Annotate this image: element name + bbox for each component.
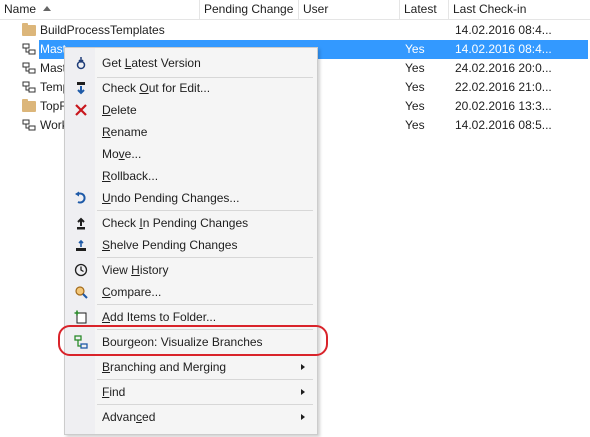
item-name: Mast [40,61,67,75]
menu-item-compare[interactable]: Compare... [65,281,317,303]
column-latest-label: Latest [404,2,437,16]
column-checkin-label: Last Check-in [453,2,527,16]
menu-item-add-items-to-folder[interactable]: Add Items to Folder... [65,306,317,328]
menu-item-get-latest-version[interactable]: Get Latest Version [65,52,317,74]
submenu-arrow-icon [301,414,305,420]
column-header-latest[interactable]: Latest [400,0,449,20]
item-name: Mast [40,42,67,56]
menu-item-check-in-pending-changes[interactable]: Check In Pending Changes [65,212,317,234]
submenu-arrow-icon [301,364,305,370]
add-items-icon [74,310,87,324]
menu-item-shelve-pending-changes[interactable]: Shelve Pending Changes [65,234,317,256]
menu-separator [97,329,313,330]
context-menu: Get Latest Version Check Out for Edit...… [64,47,318,435]
menu-separator [97,257,313,258]
menu-item-check-out-for-edit[interactable]: Check Out for Edit... [65,77,317,99]
menu-item-rename[interactable]: Rename [65,121,317,143]
column-user-label: User [303,2,329,16]
column-pending-label: Pending Change [204,2,294,16]
item-latest: Yes [405,42,425,56]
item-name: TopF [40,99,67,113]
menu-item-rollback[interactable]: Rollback... [65,165,317,187]
undo-icon [75,191,86,204]
column-header: Name Pending Change User Latest Last Che… [0,0,590,20]
menu-item-bourgeon-visualize-branches[interactable]: Bourgeon: Visualize Branches [65,331,317,353]
branch-icon [22,43,36,55]
folder-icon [22,23,36,36]
menu-item-branching-and-merging[interactable]: Branching and Merging [65,356,317,378]
column-name-label: Name [4,2,37,16]
item-latest: Yes [405,80,425,94]
column-header-last-checkin[interactable]: Last Check-in [449,0,590,20]
menu-item-view-history[interactable]: View History [65,259,317,281]
sort-ascending-icon [43,6,52,11]
item-latest: Yes [405,61,425,75]
history-icon [74,263,88,277]
menu-separator [97,210,313,211]
item-last-checkin: 22.02.2016 21:0... [455,80,552,94]
item-last-checkin: 24.02.2016 20:0... [455,61,552,75]
list-item[interactable]: BuildProcessTemplates 14.02.2016 08:4... [0,21,590,40]
item-last-checkin: 20.02.2016 13:3... [455,99,552,113]
menu-item-advanced[interactable]: Advanced [65,406,317,428]
menu-separator [97,404,313,405]
item-latest: Yes [405,118,425,132]
delete-icon [75,104,87,116]
item-last-checkin: 14.02.2016 08:4... [455,42,552,56]
menu-separator [97,379,313,380]
menu-item-move[interactable]: Move... [65,143,317,165]
item-last-checkin: 14.02.2016 08:5... [455,118,552,132]
bourgeon-label: Bourgeon: Visualize Branches [102,335,263,349]
compare-icon [75,286,88,299]
shelve-icon [76,239,86,251]
menu-separator [97,304,313,305]
menu-item-undo-pending-changes[interactable]: Undo Pending Changes... [65,187,317,209]
folder-icon [22,99,36,112]
menu-item-delete[interactable]: Delete [65,99,317,121]
item-latest: Yes [405,99,425,113]
check-in-icon [77,217,85,230]
check-out-icon [77,82,85,95]
menu-item-find[interactable]: Find [65,381,317,403]
get-latest-icon [76,57,86,70]
branch-icon [22,81,36,93]
item-name: BuildProcessTemplates [40,23,165,37]
branch-icon [22,119,36,131]
menu-separator [97,354,313,355]
submenu-arrow-icon [301,389,305,395]
column-header-name[interactable]: Name [0,0,200,20]
visualize-branches-icon [74,335,88,349]
column-header-pending-change[interactable]: Pending Change [200,0,299,20]
item-last-checkin: 14.02.2016 08:4... [455,23,552,37]
branch-icon [22,62,36,74]
column-header-user[interactable]: User [299,0,400,20]
